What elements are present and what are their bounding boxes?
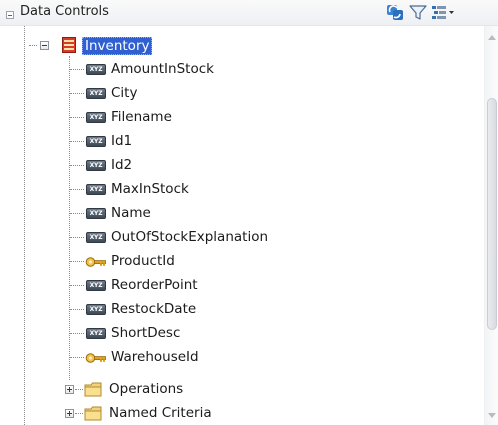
tree-connector xyxy=(75,413,83,414)
attribute-label: Name xyxy=(111,205,151,221)
scrollbar-thumb[interactable] xyxy=(487,98,497,330)
tree-connector xyxy=(29,45,37,46)
tree-node-attribute[interactable]: XYZ ShortDesc xyxy=(0,322,484,345)
tree-node-operations[interactable]: Operations xyxy=(0,378,484,401)
scroll-down-arrow-icon[interactable] xyxy=(488,413,496,419)
tree-connector xyxy=(70,309,84,310)
key-icon xyxy=(85,257,106,267)
attribute-label: ShortDesc xyxy=(111,325,181,341)
folder-icon xyxy=(84,382,102,397)
attribute-label: Filename xyxy=(111,109,172,125)
attribute-icon: XYZ xyxy=(86,88,106,99)
collapse-panel-toggle[interactable] xyxy=(6,11,14,19)
panel-header: Data Controls xyxy=(0,0,498,26)
folder-label: Operations xyxy=(109,381,184,397)
attribute-icon: XYZ xyxy=(86,112,106,123)
folder-icon xyxy=(84,406,102,421)
tree-connector xyxy=(70,93,84,94)
attribute-label: Id1 xyxy=(111,133,133,149)
attribute-label: ReorderPoint xyxy=(111,277,198,293)
attribute-icon: XYZ xyxy=(86,184,106,195)
expand-node-toggle[interactable] xyxy=(65,385,74,394)
tree-connector xyxy=(70,141,84,142)
folder-label: Named Criteria xyxy=(109,405,212,421)
tree-node-attribute[interactable]: XYZ Id2 xyxy=(0,154,484,177)
tree-node-attribute[interactable]: XYZ AmountInStock xyxy=(0,58,484,81)
tree-connector xyxy=(70,357,84,358)
attribute-icon: XYZ xyxy=(86,232,106,243)
tree-connector xyxy=(70,213,84,214)
tree-node-attribute[interactable]: XYZ Id1 xyxy=(0,130,484,153)
tree-node-attribute[interactable]: XYZ Filename xyxy=(0,106,484,129)
tree-node-attribute[interactable]: XYZ ReorderPoint xyxy=(0,274,484,297)
filter-icon[interactable] xyxy=(408,3,428,22)
attribute-label: AmountInStock xyxy=(111,61,214,77)
attribute-icon: XYZ xyxy=(86,136,106,147)
collection-icon xyxy=(62,37,76,53)
tree-node-attribute[interactable]: XYZ MaxInStock xyxy=(0,178,484,201)
attribute-icon: XYZ xyxy=(86,328,106,339)
node-label-inventory: Inventory xyxy=(82,37,153,55)
attribute-label: OutOfStockExplanation xyxy=(111,229,269,245)
tree-node-key-attribute[interactable]: ProductId xyxy=(0,250,484,273)
expand-node-toggle[interactable] xyxy=(65,409,74,418)
attribute-icon: XYZ xyxy=(86,280,106,291)
key-icon xyxy=(85,353,106,363)
attribute-label: Id2 xyxy=(111,157,133,173)
panel-title: Data Controls xyxy=(20,4,109,19)
attribute-icon: XYZ xyxy=(86,64,106,75)
tree-connector xyxy=(70,333,84,334)
tree-node-named-criteria[interactable]: Named Criteria xyxy=(0,402,484,425)
tree-connector xyxy=(70,285,84,286)
refresh-icon[interactable] xyxy=(385,3,405,22)
data-controls-panel: Data Controls Inventory XYZ AmountInStoc… xyxy=(0,0,498,425)
tree-connector xyxy=(70,117,84,118)
tree-connector xyxy=(70,261,84,262)
tree-connector xyxy=(70,189,84,190)
options-menu-icon[interactable] xyxy=(430,3,456,22)
tree-node-attribute[interactable]: XYZ OutOfStockExplanation xyxy=(0,226,484,249)
tree-node-attribute[interactable]: XYZ City xyxy=(0,82,484,105)
attribute-icon: XYZ xyxy=(86,160,106,171)
tree-connector xyxy=(70,69,84,70)
tree-connector xyxy=(70,165,84,166)
scroll-up-arrow-icon[interactable] xyxy=(488,34,496,40)
tree-node-inventory[interactable]: Inventory xyxy=(0,34,484,57)
tree-node-key-attribute[interactable]: WarehouseId xyxy=(0,346,484,369)
attribute-label: MaxInStock xyxy=(111,181,189,197)
vertical-scrollbar[interactable] xyxy=(484,26,498,425)
tree-connector xyxy=(75,389,83,390)
attribute-label: RestockDate xyxy=(111,301,197,317)
attribute-label: WarehouseId xyxy=(111,349,199,365)
tree-connector xyxy=(70,237,84,238)
attribute-icon: XYZ xyxy=(86,208,106,219)
attribute-label: City xyxy=(111,85,138,101)
tree-node-attribute[interactable]: XYZ Name xyxy=(0,202,484,225)
collapse-node-toggle[interactable] xyxy=(40,41,49,50)
data-controls-tree: Inventory XYZ AmountInStock XYZ City XYZ… xyxy=(0,26,484,425)
tree-node-attribute[interactable]: XYZ RestockDate xyxy=(0,298,484,321)
attribute-label: ProductId xyxy=(111,253,175,269)
attribute-icon: XYZ xyxy=(86,304,106,315)
